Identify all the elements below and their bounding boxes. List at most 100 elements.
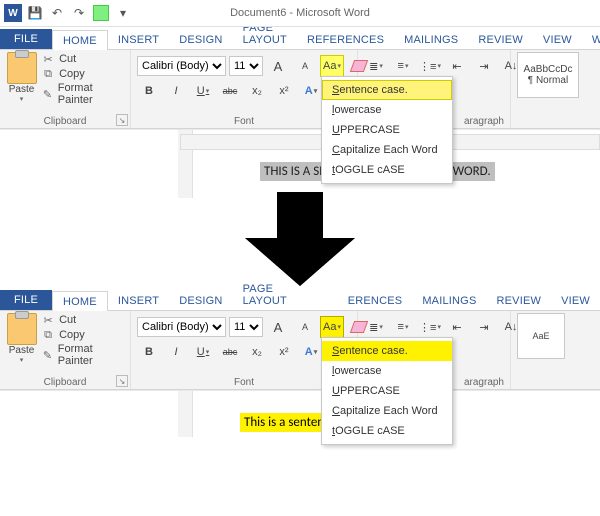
case-uppercase-2[interactable]: UPPERCASE	[322, 381, 452, 401]
bullets-button-2[interactable]: ≣	[364, 316, 388, 338]
subscript-button-2[interactable]: x₂	[245, 341, 269, 363]
superscript-button[interactable]: x²	[272, 80, 296, 102]
ribbon-2: Paste ▾ ✂Cut ⧉Copy ✎Format Painter Clipb…	[0, 311, 600, 390]
shrink-font-button-2[interactable]: A	[293, 316, 317, 338]
quick-access-toolbar: W 💾 ↶ ↷ ▾ Document6 - Microsoft Word	[0, 0, 600, 27]
italic-button[interactable]: I	[164, 80, 188, 102]
vertical-ruler-2	[178, 391, 193, 437]
case-lowercase[interactable]: lowercase	[322, 100, 452, 120]
tab-file[interactable]: FILE	[0, 29, 52, 49]
change-case-button[interactable]: Aa Sentence case. lowercase UPPERCASE Ca…	[320, 55, 344, 77]
style-normal-2[interactable]: AaE	[517, 313, 565, 359]
cut-button[interactable]: ✂Cut	[41, 52, 124, 66]
tab-insert[interactable]: INSERT	[108, 30, 169, 49]
bold-button[interactable]: B	[137, 80, 161, 102]
font-name-select[interactable]: Calibri (Body)	[137, 56, 226, 76]
copy-button[interactable]: ⧉Copy	[41, 67, 124, 81]
redo-icon[interactable]: ↷	[70, 4, 88, 22]
format-painter-button[interactable]: ✎Format Painter	[41, 82, 124, 106]
tab-home[interactable]: HOME	[52, 30, 108, 50]
shrink-font-button[interactable]: A	[293, 55, 317, 77]
cut-icon: ✂	[41, 52, 55, 66]
grow-font-button[interactable]: A	[266, 55, 290, 77]
case-lowercase-2[interactable]: lowercase	[322, 361, 452, 381]
case-sentence[interactable]: Sentence case.	[322, 80, 452, 100]
bold-button-2[interactable]: B	[137, 341, 161, 363]
color-swatch-icon[interactable]	[92, 4, 110, 22]
grow-font-button-2[interactable]: A	[266, 316, 290, 338]
case-toggle-2[interactable]: tOGGLE cASE	[322, 421, 452, 441]
tab-mailings[interactable]: MAILINGS	[394, 30, 468, 49]
clipboard-dialog-launcher-icon[interactable]: ↘	[116, 114, 128, 126]
subscript-button[interactable]: x₂	[245, 80, 269, 102]
paste-button[interactable]: Paste ▾	[6, 52, 37, 103]
tab-file-2[interactable]: FILE	[0, 290, 52, 310]
copy-icon-2: ⧉	[41, 328, 55, 342]
text-effects-button[interactable]: A	[299, 80, 323, 102]
underline-button-2[interactable]: U	[191, 341, 215, 363]
tab-view-2[interactable]: VIEW	[551, 291, 600, 310]
case-toggle[interactable]: tOGGLE cASE	[322, 160, 452, 180]
tab-home-2[interactable]: HOME	[52, 291, 108, 311]
paragraph-group-label: aragraph	[464, 116, 504, 127]
tab-review-2[interactable]: REVIEW	[486, 291, 551, 310]
strike-button-2[interactable]: abc	[218, 341, 242, 363]
clipboard-group-label: Clipboard	[6, 114, 124, 128]
paste-label: Paste	[9, 84, 35, 95]
copy-button-2[interactable]: ⧉Copy	[41, 328, 124, 342]
word-window-before: W 💾 ↶ ↷ ▾ Document6 - Microsoft Word FIL…	[0, 0, 600, 198]
tab-references-2[interactable]: ERENCES	[322, 291, 413, 310]
paste-icon-2	[7, 313, 37, 345]
increase-indent-button-2[interactable]: ⇥	[472, 316, 496, 338]
increase-indent-button[interactable]: ⇥	[472, 55, 496, 77]
numbering-button[interactable]: ≡	[391, 55, 415, 77]
superscript-button-2[interactable]: x²	[272, 341, 296, 363]
group-styles: AaBbCcDc ¶ Normal	[511, 50, 595, 128]
case-capitalize[interactable]: Capitalize Each Word	[322, 140, 452, 160]
group-styles-2: AaE	[511, 311, 575, 389]
clipboard-dialog-launcher-icon-2[interactable]: ↘	[116, 375, 128, 387]
ribbon-tabs: FILE HOME INSERT DESIGN PAGE LAYOUT REFE…	[0, 27, 600, 50]
qat-more-icon[interactable]: ▾	[114, 4, 132, 22]
font-size-select-2[interactable]: 11	[229, 317, 263, 337]
bullets-button[interactable]: ≣	[364, 55, 388, 77]
text-effects-button-2[interactable]: A	[299, 341, 323, 363]
tab-mailings-2[interactable]: MAILINGS	[412, 291, 486, 310]
italic-button-2[interactable]: I	[164, 341, 188, 363]
tab-insert-2[interactable]: INSERT	[108, 291, 169, 310]
tab-references[interactable]: REFERENCES	[297, 30, 394, 49]
case-sentence-2[interactable]: Sentence case.	[322, 341, 452, 361]
case-uppercase[interactable]: UPPERCASE	[322, 120, 452, 140]
tab-view[interactable]: VIEW	[533, 30, 582, 49]
format-painter-button-2[interactable]: ✎Format Painter	[41, 343, 124, 367]
tab-design[interactable]: DESIGN	[169, 30, 232, 49]
multilevel-button[interactable]: ⋮≡	[418, 55, 442, 77]
cut-button-2[interactable]: ✂Cut	[41, 313, 124, 327]
numbering-button-2[interactable]: ≡	[391, 316, 415, 338]
decrease-indent-button-2[interactable]: ⇤	[445, 316, 469, 338]
document-area-after: This is a sentence in microsoft word.	[0, 390, 600, 437]
case-capitalize-2[interactable]: Capitalize Each Word	[322, 401, 452, 421]
paste-button-2[interactable]: Paste ▾	[6, 313, 37, 364]
undo-icon[interactable]: ↶	[48, 4, 66, 22]
brush-icon-2: ✎	[41, 348, 54, 362]
brush-icon: ✎	[41, 87, 54, 101]
document-area-before: THIS IS A SENTENCE IN MICROSOFT WORD.	[0, 129, 600, 198]
decrease-indent-button[interactable]: ⇤	[445, 55, 469, 77]
multilevel-button-2[interactable]: ⋮≡	[418, 316, 442, 338]
group-clipboard: Paste ▾ ✂Cut ⧉Copy ✎Format Painter Clipb…	[0, 50, 131, 128]
tab-design-2[interactable]: DESIGN	[169, 291, 232, 310]
underline-button[interactable]: U	[191, 80, 215, 102]
tab-review[interactable]: REVIEW	[468, 30, 533, 49]
style-normal[interactable]: AaBbCcDc ¶ Normal	[517, 52, 579, 98]
change-case-menu-2: Sentence case. lowercase UPPERCASE Capit…	[321, 337, 453, 445]
strike-button[interactable]: abc	[218, 80, 242, 102]
copy-icon: ⧉	[41, 67, 55, 81]
ribbon-tabs-2: FILE HOME INSERT DESIGN PAGE LAYOUT EREN…	[0, 288, 600, 311]
tab-worldox[interactable]: WORLDOX	[582, 30, 600, 49]
font-size-select[interactable]: 11	[229, 56, 263, 76]
window-title: Document6 - Microsoft Word	[0, 7, 600, 19]
save-icon[interactable]: 💾	[26, 4, 44, 22]
font-name-select-2[interactable]: Calibri (Body)	[137, 317, 226, 337]
change-case-button-2[interactable]: Aa Sentence case. lowercase UPPERCASE Ca…	[320, 316, 344, 338]
